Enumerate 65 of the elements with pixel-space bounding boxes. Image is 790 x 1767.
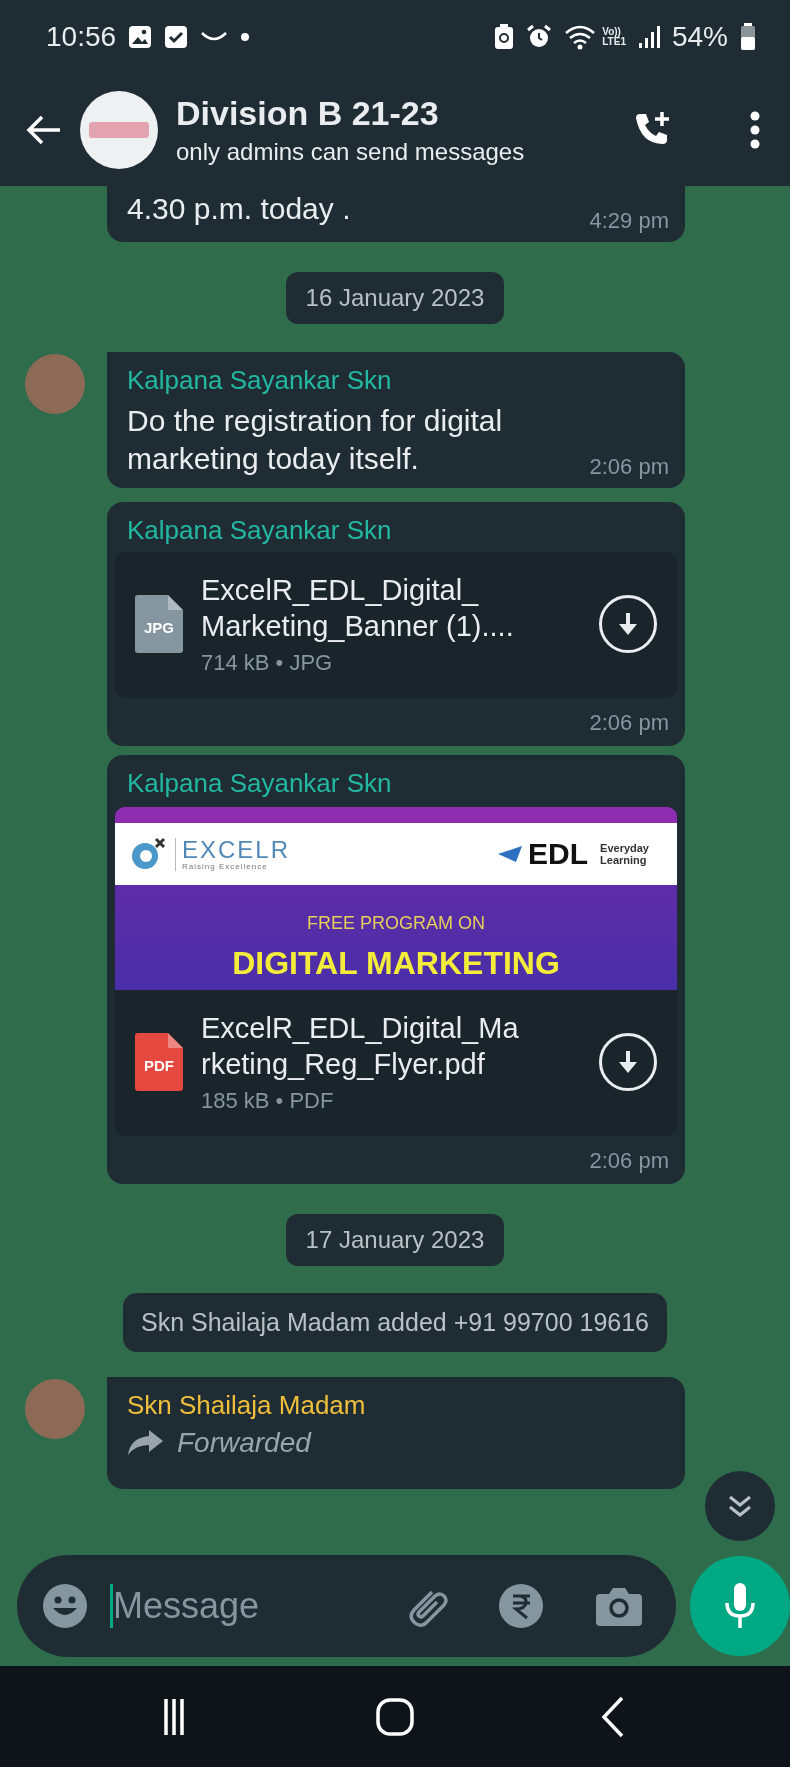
sender-name[interactable]: Skn Shailaja Madam (127, 1389, 667, 1421)
battery-saver-icon (494, 23, 515, 50)
menu-icon (750, 109, 760, 150)
dot-icon (240, 31, 251, 42)
document-attachment[interactable]: JPG ExcelR_EDL_Digital_ Marketing_Banner (1).... 714 kB • JPG (115, 552, 677, 698)
home-button[interactable] (375, 1696, 415, 1737)
network-type-label: Vo)) (602, 26, 621, 37)
brand-tagline: Raising Excellence (182, 861, 269, 871)
document-attachment[interactable]: PDF ExcelR_EDL_Digital_Ma rketing_Reg_Flyer.pdf 185 kB • PDF (115, 990, 677, 1136)
text-cursor (110, 1584, 113, 1628)
chat-subtitle: only admins can send messages (176, 136, 526, 167)
microphone-icon (724, 1583, 756, 1629)
banner-heading: DIGITAL MARKETING (231, 946, 561, 980)
navigation-back-button[interactable] (600, 1694, 626, 1739)
sender-name[interactable]: Kalpana Sayankar Skn (127, 514, 667, 546)
battery-percentage: 54% (671, 20, 728, 53)
file-name: ExcelR_EDL_Digital_Ma rketing_Reg_Flyer.pdf (201, 1011, 520, 1082)
file-type-label: PDF (143, 1057, 175, 1074)
system-message: Skn Shailaja Madam added +91 99700 19616 (122, 1293, 667, 1352)
file-icon (135, 595, 183, 653)
forwarded-label: Forwarded (177, 1427, 311, 1459)
message-input[interactable]: Message (113, 1585, 402, 1627)
recents-icon (163, 1696, 185, 1737)
download-arrow-icon (616, 611, 640, 637)
brand-name: EXCELR (182, 837, 291, 862)
checkbox-icon (164, 24, 189, 49)
banner-subheading: FREE PROGRAM ON (306, 913, 486, 934)
file-type-label: JPG (143, 619, 175, 636)
message-time: 2:06 pm (588, 1148, 669, 1174)
recent-apps-button[interactable] (163, 1696, 185, 1737)
brand-subtitle: Learning (600, 854, 648, 866)
message-time: 2:06 pm (588, 710, 669, 736)
download-arrow-icon (616, 1049, 640, 1075)
emoji-icon[interactable] (42, 1583, 88, 1629)
file-name: ExcelR_EDL_Digital_ Marketing_Banner (1).... (201, 573, 515, 644)
file-details: 185 kB • PDF (201, 1088, 335, 1114)
back-arrow-icon (26, 114, 62, 145)
signal-icon (637, 24, 660, 49)
sender-name[interactable]: Kalpana Sayankar Skn (127, 364, 667, 396)
file-details: 714 kB • JPG (201, 650, 334, 676)
chat-title[interactable]: Division B 21-23 (176, 92, 628, 133)
message-time: 4:29 pm (589, 208, 669, 234)
file-icon (135, 1033, 183, 1091)
gallery-icon (128, 24, 153, 49)
chevron-left-icon (600, 1694, 626, 1739)
message-time: 2:06 pm (589, 454, 669, 480)
rupee-icon[interactable] (498, 1583, 544, 1629)
brand-name: EDL (528, 837, 589, 871)
download-button[interactable] (599, 1033, 657, 1091)
message-text: 4.30 p.m. today . (127, 191, 351, 227)
sender-name[interactable]: Kalpana Sayankar Skn (127, 767, 667, 799)
battery-icon (740, 22, 756, 51)
brand-subtitle: Everyday (600, 842, 649, 854)
date-chip: 17 January 2023 (285, 1214, 505, 1266)
alarm-icon (526, 23, 553, 50)
forward-arrow-icon (127, 1430, 163, 1456)
clock-time: 10:56 (46, 20, 117, 53)
camera-icon[interactable] (596, 1586, 642, 1626)
network-type-label: LTE1 (602, 36, 626, 47)
wifi-icon (564, 23, 597, 50)
home-icon (375, 1696, 415, 1737)
date-chip: 16 January 2023 (285, 272, 505, 324)
download-button[interactable] (599, 595, 657, 653)
message-text: Do the registration for digital marketing today itself. (127, 403, 504, 477)
double-chevron-down-icon (727, 1494, 753, 1518)
